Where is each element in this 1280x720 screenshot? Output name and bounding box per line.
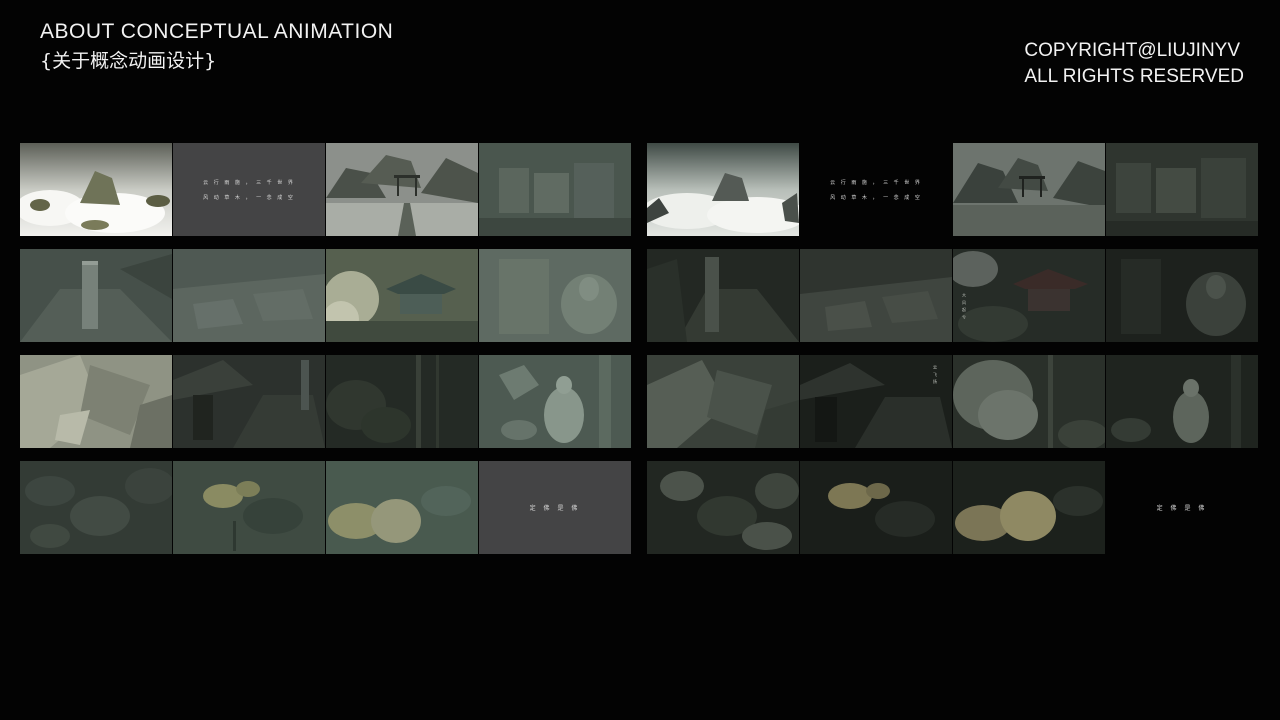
storyboard-frame-buddha-rock <box>479 249 631 342</box>
storyboard-frame-dark-stairs <box>173 355 325 448</box>
storyboard-frame-fallen-stones <box>647 355 799 448</box>
storyboard-frame-buddha-statue <box>479 355 631 448</box>
storyboard-frame-buddha-head <box>326 461 478 554</box>
storyboard-frame-broken-head <box>800 461 952 554</box>
storyboard-frame-temple-garden: 大 风 起 兮 <box>953 249 1105 342</box>
storyboard-frame-torii-peaks <box>953 143 1105 236</box>
storyboard-frame-stone-path <box>173 249 325 342</box>
storyboard-frame-stone-wall <box>1106 143 1258 236</box>
storyboard-frame-blossom-tree <box>953 355 1105 448</box>
storyboard-frame-buddha-head <box>953 461 1105 554</box>
final-storyboard: 云 行 雨 施 ， 三 千 世 界 风 动 草 木 ， 一 念 成 空 大 风 … <box>647 143 1258 554</box>
card-text-line: 风 动 草 木 ， 一 念 成 空 <box>203 194 295 201</box>
storyboard-frame-dark-stairs: 云 飞 扬 <box>800 355 952 448</box>
page-title: ABOUT CONCEPTUAL ANIMATION <box>40 20 394 43</box>
concept-storyboard: 云 行 雨 施 ， 三 千 世 界 风 动 草 木 ， 一 念 成 空 定 佛 … <box>20 143 631 554</box>
storyboard-frame-torii-peaks <box>326 143 478 236</box>
storyboard-frame-foliage <box>20 461 172 554</box>
storyboard-end-card: 定 佛 是 佛 <box>1106 461 1258 554</box>
copyright-notice: COPYRIGHT@LIUJINYV ALL RIGHTS RESERVED <box>1024 38 1244 90</box>
storyboard-end-card: 定 佛 是 佛 <box>479 461 631 554</box>
poem-line: 云 飞 扬 <box>933 365 938 385</box>
storyboard-frame-forest <box>326 355 478 448</box>
poem-line: 大 风 起 兮 <box>962 293 967 320</box>
copyright-line: COPYRIGHT@LIUJINYV <box>1024 40 1241 61</box>
storyboard-title-card: 云 行 雨 施 ， 三 千 世 界 风 动 草 木 ， 一 念 成 空 <box>173 143 325 236</box>
storyboard-frame-foliage <box>647 461 799 554</box>
storyboard-frame-temple-lotus <box>326 249 478 342</box>
storyboard-title-card: 云 行 雨 施 ， 三 千 世 界 风 动 草 木 ， 一 念 成 空 <box>800 143 952 236</box>
storyboard-frame-fallen-stones <box>20 355 172 448</box>
rights-line: ALL RIGHTS RESERVED <box>1024 66 1244 87</box>
storyboard-frame-stone-path <box>800 249 952 342</box>
card-text-line: 云 行 雨 施 ， 三 千 世 界 <box>830 179 922 186</box>
storyboard-frame-broken-head <box>173 461 325 554</box>
storyboard-frame-clouds <box>20 143 172 236</box>
storyboard-frame-clouds <box>647 143 799 236</box>
card-text-line: 定 佛 是 佛 <box>1156 505 1208 512</box>
storyboard-frame-stairs-stele <box>647 249 799 342</box>
vertical-poem: 云 飞 扬 <box>932 365 939 385</box>
storyboard-frame-stone-wall <box>479 143 631 236</box>
storyboard-frame-buddha-rock <box>1106 249 1258 342</box>
storyboard-frame-buddha-statue <box>1106 355 1258 448</box>
vertical-poem: 大 风 起 兮 <box>961 293 968 320</box>
storyboard-frame-stairs-stele <box>20 249 172 342</box>
card-text-line: 云 行 雨 施 ， 三 千 世 界 <box>203 179 295 186</box>
card-text-line: 风 动 草 木 ， 一 念 成 空 <box>830 194 922 201</box>
page-subtitle: {关于概念动画设计} <box>40 50 217 72</box>
card-text-line: 定 佛 是 佛 <box>529 505 581 512</box>
